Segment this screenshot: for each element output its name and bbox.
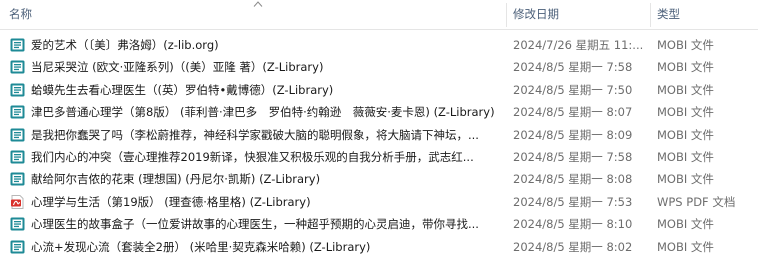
- mobi-file-icon: [10, 240, 25, 254]
- file-type: MOBI 文件: [657, 217, 714, 232]
- file-row[interactable]: 心理学与生活（第19版） (理查德·格里格) (Z-Library) 2024/8…: [0, 191, 758, 213]
- file-row[interactable]: 心理医生的故事盒子（一位爱讲故事的心理医生，一种超乎预期的心灵启迪，带你寻找..…: [0, 213, 758, 235]
- mobi-file-icon: [10, 172, 25, 186]
- file-name: 蛤蟆先生去看心理医生（(英）罗伯特•戴博德）(Z-Library): [31, 82, 334, 97]
- column-divider[interactable]: [650, 3, 651, 27]
- file-type: MOBI 文件: [657, 127, 714, 142]
- file-date-modified: 2024/8/5 星期一 8:07: [513, 105, 633, 120]
- file-row[interactable]: 心流+发现心流（套装全2册） (米哈里·契克森米哈赖) (Z-Library) 2…: [0, 236, 758, 258]
- file-row[interactable]: 献给阿尔吉侬的花束 (理想国) (丹尼尔·凯斯) (Z-Library) 2024…: [0, 168, 758, 190]
- file-type: MOBI 文件: [657, 172, 714, 187]
- file-type: MOBI 文件: [657, 82, 714, 97]
- file-name: 爱的艺术（〔美〕弗洛姆）(z-lib.org): [31, 38, 219, 52]
- file-type: MOBI 文件: [657, 105, 714, 120]
- file-date-modified: 2024/8/5 星期一 8:08: [513, 172, 633, 187]
- mobi-file-icon: [10, 217, 25, 231]
- file-date-modified: 2024/8/5 星期一 7:50: [513, 82, 633, 97]
- file-row[interactable]: 蛤蟆先生去看心理医生（(英）罗伯特•戴博德）(Z-Library) 2024/8/…: [0, 79, 758, 101]
- file-type: MOBI 文件: [657, 149, 714, 164]
- file-date-modified: 2024/8/5 星期一 8:09: [513, 127, 633, 142]
- column-header-date-modified[interactable]: 修改日期: [513, 0, 643, 29]
- mobi-file-icon: [10, 128, 25, 142]
- file-row[interactable]: 津巴多普通心理学（第8版） (菲利普·津巴多 罗伯特·约翰逊 薇薇安·麦卡恩) …: [0, 101, 758, 123]
- mobi-file-icon: [10, 105, 25, 119]
- file-name: 我们内心的冲突（壹心理推荐2019新译，快狠准又积极乐观的自我分析手册，武志红.…: [31, 149, 474, 164]
- file-type: MOBI 文件: [657, 38, 714, 52]
- file-type: MOBI 文件: [657, 239, 714, 254]
- pdf-file-icon: [11, 194, 24, 209]
- file-date-modified: 2024/8/5 星期一 7:58: [513, 60, 633, 75]
- file-row[interactable]: 是我把你蠢哭了吗（李松蔚推荐，神经科学家戳破大脑的聪明假象，将大脑请下神坛，..…: [0, 124, 758, 146]
- file-date-modified: 2024/7/26 星期五 11:...: [513, 38, 643, 52]
- file-row[interactable]: 爱的艺术（〔美〕弗洛姆）(z-lib.org) 2024/7/26 星期五 11:…: [0, 34, 758, 56]
- file-name: 心流+发现心流（套装全2册） (米哈里·契克森米哈赖) (Z-Library): [31, 239, 371, 254]
- file-name: 献给阿尔吉侬的花束 (理想国) (丹尼尔·凯斯) (Z-Library): [31, 172, 321, 187]
- file-type: MOBI 文件: [657, 60, 714, 75]
- file-date-modified: 2024/8/5 星期一 7:58: [513, 149, 633, 164]
- file-name: 当尼采哭泣 (欧文·亚隆系列)（(美）亚隆 著）(Z-Library): [31, 60, 324, 75]
- mobi-file-icon: [10, 83, 25, 97]
- column-divider[interactable]: [506, 3, 507, 27]
- file-type: WPS PDF 文档: [657, 194, 736, 209]
- file-list: 爱的艺术（〔美〕弗洛姆）(z-lib.org) 2024/7/26 星期五 11:…: [0, 34, 758, 258]
- file-date-modified: 2024/8/5 星期一 7:53: [513, 194, 633, 209]
- file-date-modified: 2024/8/5 星期一 8:10: [513, 217, 633, 232]
- file-row[interactable]: 当尼采哭泣 (欧文·亚隆系列)（(美）亚隆 著）(Z-Library) 2024/…: [0, 56, 758, 78]
- file-name: 心理医生的故事盒子（一位爱讲故事的心理医生，一种超乎预期的心灵启迪，带你寻找..…: [31, 217, 479, 232]
- file-date-modified: 2024/8/5 星期一 8:02: [513, 239, 633, 254]
- sort-ascending-icon: [253, 1, 263, 7]
- mobi-file-icon: [10, 38, 25, 52]
- file-name: 是我把你蠢哭了吗（李松蔚推荐，神经科学家戳破大脑的聪明假象，将大脑请下神坛，..…: [31, 127, 479, 142]
- mobi-file-icon: [10, 150, 25, 164]
- column-header-row: 名称 修改日期 类型: [0, 0, 758, 30]
- file-name: 津巴多普通心理学（第8版） (菲利普·津巴多 罗伯特·约翰逊 薇薇安·麦卡恩) …: [31, 105, 495, 120]
- column-header-type[interactable]: 类型: [657, 0, 757, 29]
- file-explorer: 名称 修改日期 类型 爱的艺术（〔美〕弗洛姆）(z-lib.org) 2024/7…: [0, 0, 758, 259]
- file-row[interactable]: 我们内心的冲突（壹心理推荐2019新译，快狠准又积极乐观的自我分析手册，武志红.…: [0, 146, 758, 168]
- file-name: 心理学与生活（第19版） (理查德·格里格) (Z-Library): [31, 194, 311, 209]
- mobi-file-icon: [10, 60, 25, 74]
